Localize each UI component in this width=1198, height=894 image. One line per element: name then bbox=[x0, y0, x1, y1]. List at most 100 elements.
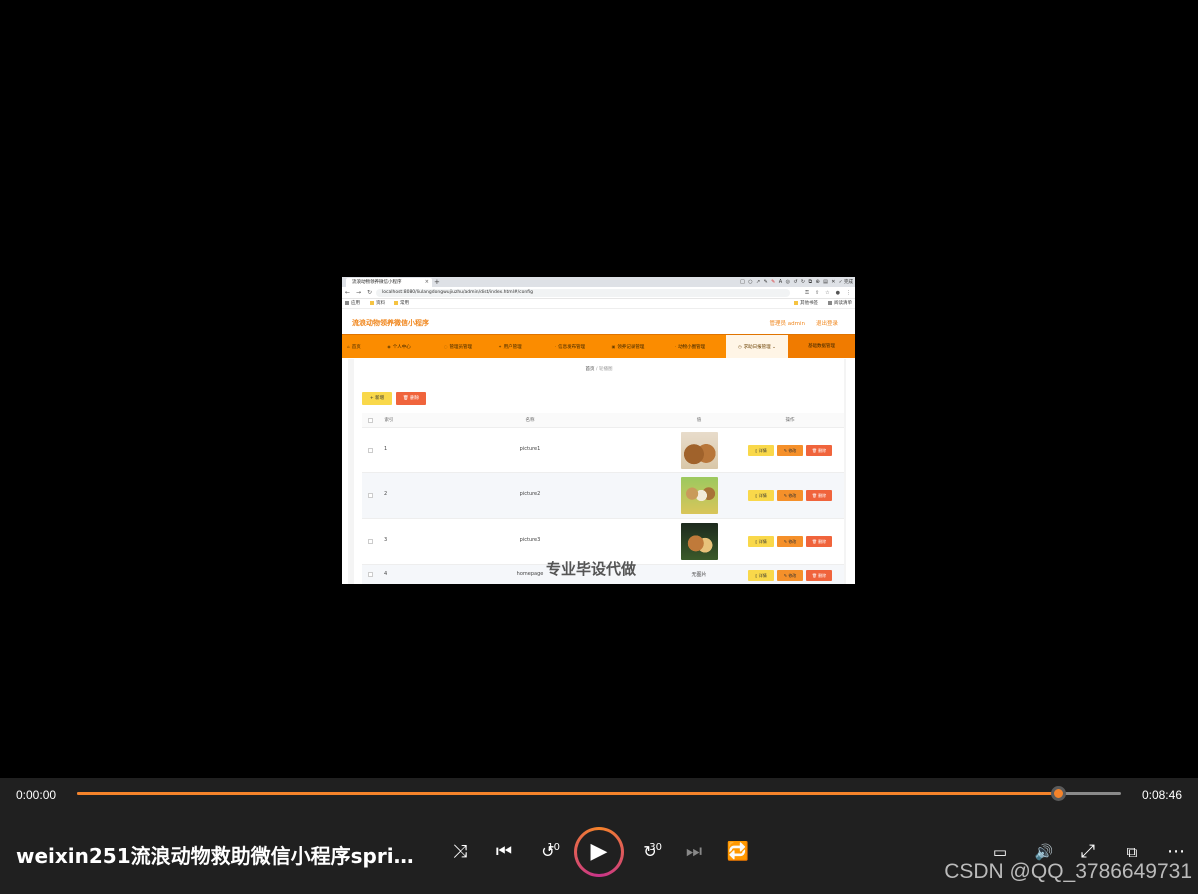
edit-button[interactable]: ✎ 修改 bbox=[777, 570, 803, 581]
header-select-all[interactable] bbox=[362, 413, 380, 428]
menu-item-users[interactable]: ✦ 用户管理 bbox=[490, 335, 530, 358]
circle-icon[interactable]: ○ bbox=[748, 279, 752, 285]
detail-button[interactable]: ▯ 详情 bbox=[748, 570, 774, 581]
mosaic-icon[interactable]: ◎ bbox=[786, 279, 790, 285]
marker-icon[interactable]: ✎ bbox=[771, 279, 775, 285]
undo-icon[interactable]: ↺ bbox=[793, 279, 797, 285]
admin-icon: ◌ bbox=[444, 344, 448, 349]
play-icon: ▶ bbox=[577, 830, 621, 874]
row-thumbnail[interactable] bbox=[681, 432, 718, 469]
content-area: 首页 / 轮播图 + 新增 🗑 删除 索引 名称 值 操作 1 picture1 bbox=[348, 359, 846, 584]
edit-button[interactable]: ✎ 修改 bbox=[777, 536, 803, 547]
copy-icon[interactable]: ⧉ bbox=[809, 279, 813, 285]
row-checkbox[interactable] bbox=[368, 572, 373, 577]
delete-button[interactable]: 🗑 删除 bbox=[806, 445, 832, 456]
new-tab-button[interactable]: + bbox=[434, 277, 440, 287]
save-icon[interactable]: ▤ bbox=[823, 279, 828, 285]
browser-tab[interactable]: 流浪动物领养微信小程序 × bbox=[346, 278, 432, 287]
skip-forward-icon[interactable]: ↻ 30 bbox=[635, 837, 665, 867]
row-thumbnail[interactable] bbox=[681, 523, 718, 560]
skip-back-icon[interactable]: ↺ 10 bbox=[533, 837, 563, 867]
row-checkbox[interactable] bbox=[368, 448, 373, 453]
watermark: 专业毕设代做 bbox=[546, 560, 637, 578]
batch-delete-button[interactable]: 🗑 删除 bbox=[396, 392, 426, 405]
user-icon: ◉ bbox=[387, 344, 391, 349]
detail-button[interactable]: ▯ 详情 bbox=[748, 536, 774, 547]
breadcrumb-home[interactable]: 首页 bbox=[586, 367, 595, 372]
table-row: 2 picture2 ▯ 详情 ✎ 修改 🗑 删除 bbox=[362, 473, 844, 519]
detail-button[interactable]: ▯ 详情 bbox=[748, 445, 774, 456]
shuffle-icon[interactable]: ⤨ bbox=[445, 837, 475, 867]
pin-icon[interactable]: ⊕ bbox=[815, 279, 819, 285]
row-thumbnail[interactable] bbox=[681, 477, 718, 514]
detail-button[interactable]: ▯ 详情 bbox=[748, 490, 774, 501]
player-controls: 0:00:00 0:08:46 weixin251流浪动物救助微信小程序spri… bbox=[0, 778, 1198, 894]
delete-button[interactable]: 🗑 删除 bbox=[806, 536, 832, 547]
done-button[interactable]: ✓ 完成 bbox=[839, 279, 853, 285]
video-viewport[interactable]: 流浪动物领养微信小程序 × + □ ○ ↗ ✎ ✎ A ◎ ↺ ↻ ⧉ ⊕ ▤ … bbox=[0, 0, 1198, 778]
cancel-icon[interactable]: ✕ bbox=[831, 279, 835, 285]
row-index: 2 bbox=[384, 491, 388, 497]
arrow-icon[interactable]: ↗ bbox=[756, 279, 760, 285]
profile-icon[interactable]: ● bbox=[836, 288, 840, 298]
edit-button[interactable]: ✎ 修改 bbox=[777, 445, 803, 456]
bookmark-item[interactable]: 资料 bbox=[370, 299, 385, 309]
info-icon: · bbox=[554, 344, 557, 349]
checkbox[interactable] bbox=[368, 418, 373, 423]
text-icon[interactable]: A bbox=[779, 279, 782, 285]
pen-icon[interactable]: ✎ bbox=[764, 279, 768, 285]
menu-item-home[interactable]: ⌂ 首页 bbox=[342, 335, 366, 358]
add-button[interactable]: + 新增 bbox=[362, 392, 392, 405]
menu-item-adoption[interactable]: ▣ 领养记录管理 bbox=[604, 335, 652, 358]
forward-icon[interactable]: → bbox=[356, 288, 361, 298]
bookmark-apps[interactable]: 应用 bbox=[345, 299, 360, 309]
delete-button[interactable]: 🗑 删除 bbox=[806, 570, 832, 581]
video-frame: 流浪动物领养微信小程序 × + □ ○ ↗ ✎ ✎ A ◎ ↺ ↻ ⧉ ⊕ ▤ … bbox=[342, 277, 855, 584]
menu-item-info[interactable]: · 信息发布管理 bbox=[542, 335, 598, 358]
menu-item-daily[interactable]: ◷ 求助日报管理 ⌄ bbox=[726, 335, 788, 358]
delete-button[interactable]: 🗑 删除 bbox=[806, 490, 832, 501]
menu-item-profile[interactable]: ◉ 个人中心 bbox=[376, 335, 422, 358]
edit-button[interactable]: ✎ 修改 bbox=[777, 490, 803, 501]
close-tab-icon[interactable]: × bbox=[425, 278, 429, 287]
back-icon[interactable]: ← bbox=[345, 288, 350, 298]
seek-handle[interactable] bbox=[1051, 786, 1067, 801]
more-icon[interactable]: ⋮ bbox=[846, 288, 851, 298]
breadcrumb: 首页 / 轮播图 bbox=[585, 367, 613, 372]
top-menu: ⌂ 首页 ◉ 个人中心 ◌ 管理员管理 ✦ 用户管理 · 信息发布管理 ▣ 领养记录管理 ·… bbox=[342, 334, 855, 358]
share-icon[interactable]: ⇪ bbox=[815, 288, 819, 298]
bookmarks-bar: 应用 资料 常用 其他书签 阅读清单 bbox=[342, 299, 855, 309]
url-input[interactable]: localhost:8080/liulangdongwujiuzhu/admin… bbox=[376, 289, 790, 297]
home-icon: ⌂ bbox=[347, 344, 350, 349]
previous-icon[interactable]: ⏮ bbox=[489, 837, 519, 867]
bookmark-item[interactable]: 常用 bbox=[394, 299, 409, 309]
star-icon[interactable]: ☆ bbox=[825, 288, 829, 298]
key-icon[interactable]: ⚿ bbox=[805, 288, 809, 298]
menu-item-admin[interactable]: ◌ 管理员管理 bbox=[432, 335, 484, 358]
rect-icon[interactable]: □ bbox=[740, 279, 745, 285]
main-panel: 首页 / 轮播图 + 新增 🗑 删除 索引 名称 值 操作 1 picture1 bbox=[354, 359, 844, 584]
row-checkbox[interactable] bbox=[368, 493, 373, 498]
reload-icon[interactable]: ↻ bbox=[367, 288, 372, 298]
repeat-icon[interactable]: 🔁 bbox=[723, 837, 753, 867]
row-index: 4 bbox=[384, 571, 388, 577]
reading-list[interactable]: 阅读清单 bbox=[828, 299, 852, 309]
play-button[interactable]: ▶ bbox=[574, 827, 624, 877]
row-checkbox[interactable] bbox=[368, 539, 373, 544]
logout-link[interactable]: 退出登录 bbox=[816, 319, 838, 327]
bookmark-other[interactable]: 其他书签 bbox=[794, 299, 818, 309]
header-name: 名称 bbox=[398, 413, 662, 428]
duration: 0:08:46 bbox=[1141, 788, 1182, 802]
address-actions: ⚿ ⇪ ☆ ● ⋮ bbox=[805, 288, 851, 298]
seek-bar[interactable] bbox=[77, 786, 1121, 801]
next-icon[interactable]: ⏭ bbox=[679, 837, 709, 867]
app-header: 流浪动物领养微信小程序 管理员 admin 退出登录 bbox=[342, 310, 855, 334]
breadcrumb-current: 轮播图 bbox=[598, 367, 613, 372]
circle-icon: · bbox=[674, 344, 677, 349]
redo-icon[interactable]: ↻ bbox=[801, 279, 805, 285]
menu-item-circle[interactable]: · 动物小圈管理 bbox=[666, 335, 714, 358]
browser-tab-title: 流浪动物领养微信小程序 bbox=[352, 280, 402, 285]
address-bar: ← → ↻ localhost:8080/liulangdongwujiuzhu… bbox=[342, 287, 855, 299]
current-time: 0:00:00 bbox=[16, 788, 57, 802]
menu-item-basedata[interactable]: 基础数据管理 bbox=[788, 335, 855, 358]
